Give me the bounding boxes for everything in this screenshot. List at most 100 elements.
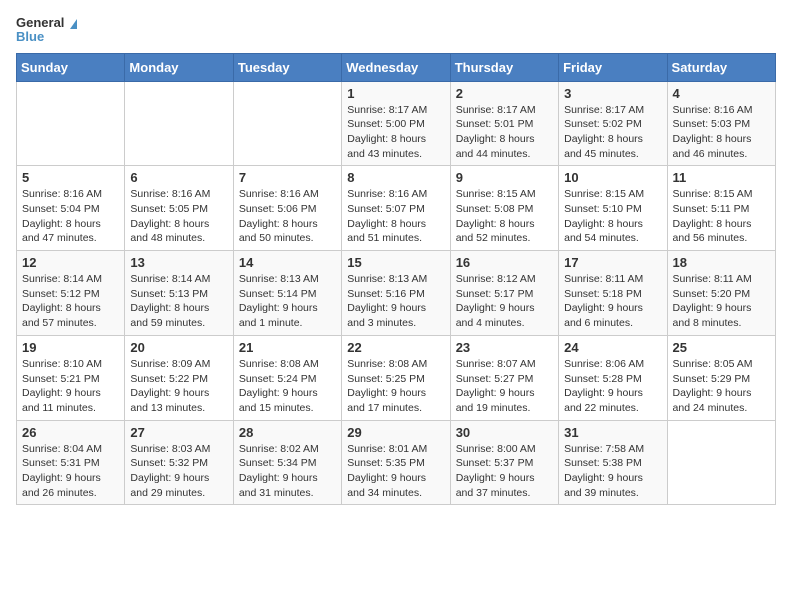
week-row-4: 19 Sunrise: 8:10 AM Sunset: 5:21 PM Dayli… <box>17 335 776 420</box>
header-friday: Friday <box>559 53 667 81</box>
day-number: 19 <box>22 340 119 355</box>
day-info: Sunrise: 8:04 AM Sunset: 5:31 PM Dayligh… <box>22 442 119 501</box>
day-number: 10 <box>564 170 661 185</box>
calendar-cell: 8 Sunrise: 8:16 AM Sunset: 5:07 PM Daylig… <box>342 166 450 251</box>
calendar-cell: 25 Sunrise: 8:05 AM Sunset: 5:29 PM Dayli… <box>667 335 775 420</box>
header-monday: Monday <box>125 53 233 81</box>
page-header: General Blue <box>16 16 776 45</box>
day-number: 3 <box>564 86 661 101</box>
header-saturday: Saturday <box>667 53 775 81</box>
day-number: 16 <box>456 255 553 270</box>
day-number: 12 <box>22 255 119 270</box>
day-info: Sunrise: 8:13 AM Sunset: 5:14 PM Dayligh… <box>239 272 336 331</box>
week-row-3: 12 Sunrise: 8:14 AM Sunset: 5:12 PM Dayli… <box>17 251 776 336</box>
calendar-cell: 15Sunrise: 8:13 AM Sunset: 5:16 PM Dayli… <box>342 251 450 336</box>
day-info: Sunrise: 8:15 AM Sunset: 5:10 PM Dayligh… <box>564 187 661 246</box>
days-header-row: SundayMondayTuesdayWednesdayThursdayFrid… <box>17 53 776 81</box>
day-info: Sunrise: 8:08 AM Sunset: 5:24 PM Dayligh… <box>239 357 336 416</box>
day-info: Sunrise: 8:17 AM Sunset: 5:01 PM Dayligh… <box>456 103 553 162</box>
day-number: 2 <box>456 86 553 101</box>
day-number: 29 <box>347 425 444 440</box>
day-number: 23 <box>456 340 553 355</box>
calendar-cell: 18 Sunrise: 8:11 AM Sunset: 5:20 PM Dayli… <box>667 251 775 336</box>
day-number: 14 <box>239 255 336 270</box>
calendar-cell: 21 Sunrise: 8:08 AM Sunset: 5:24 PM Dayli… <box>233 335 341 420</box>
calendar-cell: 3 Sunrise: 8:17 AM Sunset: 5:02 PM Daylig… <box>559 81 667 166</box>
day-number: 1 <box>347 86 444 101</box>
calendar-cell: 9 Sunrise: 8:15 AM Sunset: 5:08 PM Daylig… <box>450 166 558 251</box>
day-number: 18 <box>673 255 770 270</box>
day-number: 24 <box>564 340 661 355</box>
calendar-cell <box>17 81 125 166</box>
calendar-cell: 6 Sunrise: 8:16 AM Sunset: 5:05 PM Daylig… <box>125 166 233 251</box>
day-info: Sunrise: 8:16 AM Sunset: 5:06 PM Dayligh… <box>239 187 336 246</box>
calendar-cell: 27Sunrise: 8:03 AM Sunset: 5:32 PM Dayli… <box>125 420 233 505</box>
calendar-cell: 30 Sunrise: 8:00 AM Sunset: 5:37 PM Dayli… <box>450 420 558 505</box>
logo: General Blue <box>16 16 77 45</box>
day-info: Sunrise: 8:16 AM Sunset: 5:03 PM Dayligh… <box>673 103 770 162</box>
day-info: Sunrise: 8:17 AM Sunset: 5:00 PM Dayligh… <box>347 103 444 162</box>
day-info: Sunrise: 8:15 AM Sunset: 5:11 PM Dayligh… <box>673 187 770 246</box>
day-info: Sunrise: 8:17 AM Sunset: 5:02 PM Dayligh… <box>564 103 661 162</box>
week-row-2: 5Sunrise: 8:16 AM Sunset: 5:04 PM Daylig… <box>17 166 776 251</box>
day-number: 25 <box>673 340 770 355</box>
calendar-cell: 12 Sunrise: 8:14 AM Sunset: 5:12 PM Dayli… <box>17 251 125 336</box>
calendar-cell: 28 Sunrise: 8:02 AM Sunset: 5:34 PM Dayli… <box>233 420 341 505</box>
header-tuesday: Tuesday <box>233 53 341 81</box>
calendar-cell: 7 Sunrise: 8:16 AM Sunset: 5:06 PM Daylig… <box>233 166 341 251</box>
week-row-5: 26 Sunrise: 8:04 AM Sunset: 5:31 PM Dayli… <box>17 420 776 505</box>
day-info: Sunrise: 8:12 AM Sunset: 5:17 PM Dayligh… <box>456 272 553 331</box>
calendar-cell: 23Sunrise: 8:07 AM Sunset: 5:27 PM Dayli… <box>450 335 558 420</box>
day-number: 26 <box>22 425 119 440</box>
week-row-1: 1 Sunrise: 8:17 AM Sunset: 5:00 PM Daylig… <box>17 81 776 166</box>
day-number: 31 <box>564 425 661 440</box>
calendar-cell: 31Sunrise: 7:58 AM Sunset: 5:38 PM Dayli… <box>559 420 667 505</box>
day-number: 13 <box>130 255 227 270</box>
calendar-cell: 13 Sunrise: 8:14 AM Sunset: 5:13 PM Dayli… <box>125 251 233 336</box>
day-number: 27 <box>130 425 227 440</box>
calendar-cell: 2 Sunrise: 8:17 AM Sunset: 5:01 PM Daylig… <box>450 81 558 166</box>
calendar-cell: 29 Sunrise: 8:01 AM Sunset: 5:35 PM Dayli… <box>342 420 450 505</box>
calendar-cell: 10 Sunrise: 8:15 AM Sunset: 5:10 PM Dayli… <box>559 166 667 251</box>
header-sunday: Sunday <box>17 53 125 81</box>
day-info: Sunrise: 8:15 AM Sunset: 5:08 PM Dayligh… <box>456 187 553 246</box>
day-number: 11 <box>673 170 770 185</box>
day-info: Sunrise: 8:05 AM Sunset: 5:29 PM Dayligh… <box>673 357 770 416</box>
day-number: 8 <box>347 170 444 185</box>
day-number: 21 <box>239 340 336 355</box>
day-number: 30 <box>456 425 553 440</box>
header-thursday: Thursday <box>450 53 558 81</box>
day-number: 28 <box>239 425 336 440</box>
day-number: 6 <box>130 170 227 185</box>
header-wednesday: Wednesday <box>342 53 450 81</box>
day-info: Sunrise: 8:16 AM Sunset: 5:07 PM Dayligh… <box>347 187 444 246</box>
calendar-table: SundayMondayTuesdayWednesdayThursdayFrid… <box>16 53 776 506</box>
day-number: 7 <box>239 170 336 185</box>
calendar-cell <box>233 81 341 166</box>
calendar-cell: 26 Sunrise: 8:04 AM Sunset: 5:31 PM Dayli… <box>17 420 125 505</box>
day-info: Sunrise: 8:02 AM Sunset: 5:34 PM Dayligh… <box>239 442 336 501</box>
day-number: 17 <box>564 255 661 270</box>
day-number: 9 <box>456 170 553 185</box>
day-number: 4 <box>673 86 770 101</box>
day-info: Sunrise: 8:14 AM Sunset: 5:13 PM Dayligh… <box>130 272 227 331</box>
day-info: Sunrise: 8:00 AM Sunset: 5:37 PM Dayligh… <box>456 442 553 501</box>
day-number: 5 <box>22 170 119 185</box>
day-info: Sunrise: 8:01 AM Sunset: 5:35 PM Dayligh… <box>347 442 444 501</box>
day-info: Sunrise: 8:10 AM Sunset: 5:21 PM Dayligh… <box>22 357 119 416</box>
day-number: 22 <box>347 340 444 355</box>
day-info: Sunrise: 8:13 AM Sunset: 5:16 PM Dayligh… <box>347 272 444 331</box>
calendar-cell: 4 Sunrise: 8:16 AM Sunset: 5:03 PM Daylig… <box>667 81 775 166</box>
calendar-cell: 16 Sunrise: 8:12 AM Sunset: 5:17 PM Dayli… <box>450 251 558 336</box>
calendar-cell: 1 Sunrise: 8:17 AM Sunset: 5:00 PM Daylig… <box>342 81 450 166</box>
day-info: Sunrise: 8:09 AM Sunset: 5:22 PM Dayligh… <box>130 357 227 416</box>
day-info: Sunrise: 8:11 AM Sunset: 5:20 PM Dayligh… <box>673 272 770 331</box>
day-number: 20 <box>130 340 227 355</box>
day-info: Sunrise: 8:14 AM Sunset: 5:12 PM Dayligh… <box>22 272 119 331</box>
calendar-cell: 24 Sunrise: 8:06 AM Sunset: 5:28 PM Dayli… <box>559 335 667 420</box>
calendar-cell: 11 Sunrise: 8:15 AM Sunset: 5:11 PM Dayli… <box>667 166 775 251</box>
calendar-cell <box>667 420 775 505</box>
calendar-cell: 20 Sunrise: 8:09 AM Sunset: 5:22 PM Dayli… <box>125 335 233 420</box>
day-info: Sunrise: 8:16 AM Sunset: 5:05 PM Dayligh… <box>130 187 227 246</box>
day-info: Sunrise: 8:06 AM Sunset: 5:28 PM Dayligh… <box>564 357 661 416</box>
